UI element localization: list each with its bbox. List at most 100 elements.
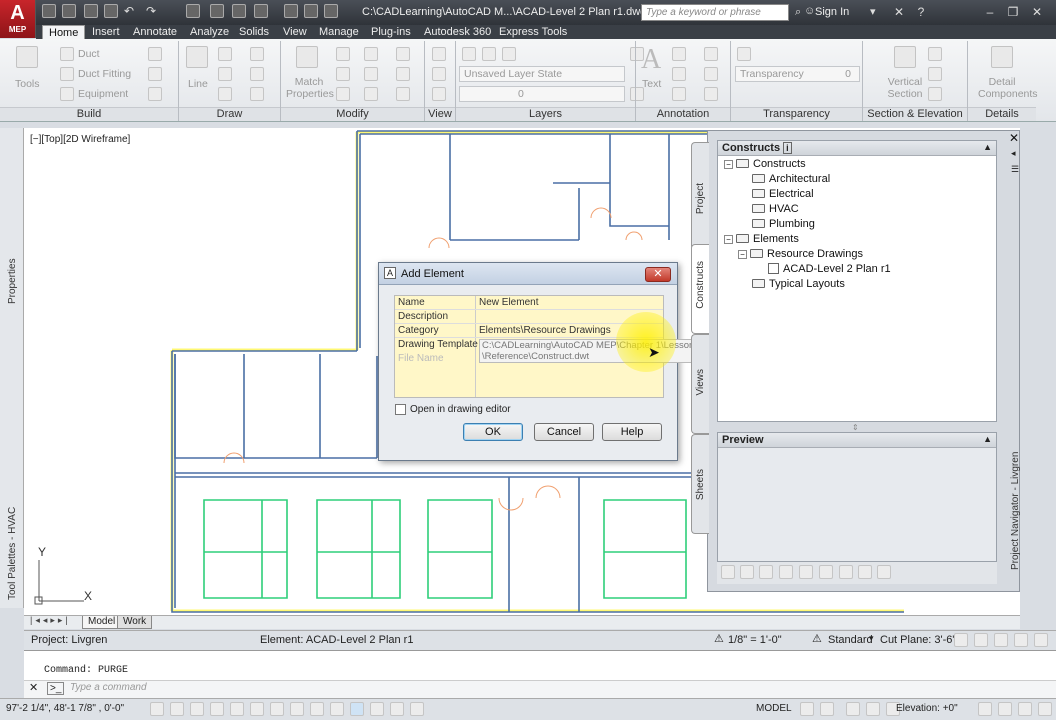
command-input[interactable]: Type a command xyxy=(70,682,1020,696)
status-tool-icon[interactable] xyxy=(994,633,1008,647)
tree-node-architectural[interactable]: Architectural xyxy=(752,173,830,185)
panel-title-section-elevation[interactable]: Section & Elevation xyxy=(863,107,967,121)
cancel-button[interactable]: Cancel xyxy=(534,423,594,441)
transparency-icon[interactable] xyxy=(737,47,751,61)
restore-icon[interactable]: ❐ xyxy=(1004,4,1022,20)
tab-annotate[interactable]: Annotate xyxy=(127,25,183,39)
match-properties-button[interactable]: Match Properties xyxy=(286,76,334,100)
add-folder-icon[interactable] xyxy=(759,565,773,579)
quick-access-tool-icon[interactable] xyxy=(186,4,200,18)
tree-node-electrical[interactable]: Electrical xyxy=(752,188,814,200)
status-tool-icon[interactable] xyxy=(846,702,860,716)
category-field[interactable]: Elements\Resource Drawings xyxy=(479,325,611,336)
tree-node-plumbing[interactable]: Plumbing xyxy=(752,218,815,230)
dynamic-input-icon[interactable] xyxy=(330,702,344,716)
ortho-icon[interactable] xyxy=(210,702,224,716)
move-icon[interactable] xyxy=(336,47,350,61)
status-tool-icon[interactable] xyxy=(954,633,968,647)
quick-access-tool-icon[interactable] xyxy=(284,4,298,18)
new-icon[interactable] xyxy=(42,4,56,18)
open-icon[interactable] xyxy=(62,4,76,18)
collapse-node-icon[interactable]: − xyxy=(724,160,733,169)
3d-osnap-icon[interactable] xyxy=(270,702,284,716)
detail-components-button[interactable]: Detail Components xyxy=(978,76,1038,100)
object-snap-icon[interactable] xyxy=(250,702,264,716)
palette-close-icon[interactable]: ✕ xyxy=(1009,132,1021,144)
panel-title-view[interactable]: View xyxy=(425,107,455,121)
undo-icon[interactable]: ↶ xyxy=(124,4,138,18)
tab-home[interactable]: Home xyxy=(42,25,86,39)
repath-icon[interactable] xyxy=(877,565,891,579)
property-row-name[interactable]: Name New Element xyxy=(395,296,663,310)
status-tool-icon[interactable] xyxy=(998,702,1012,716)
leader-icon[interactable] xyxy=(672,67,686,81)
layer-tool-icon[interactable] xyxy=(502,47,516,61)
polyline-icon[interactable] xyxy=(218,47,232,61)
transparency-toggle-icon[interactable] xyxy=(370,702,384,716)
project-navigator-title[interactable]: Project Navigator - Livgren xyxy=(1010,450,1021,570)
hatch-icon[interactable] xyxy=(250,87,264,101)
selection-cycling-icon[interactable] xyxy=(410,702,424,716)
tab-model[interactable]: Model xyxy=(82,616,122,629)
recent-commands-icon[interactable]: >_ xyxy=(47,682,65,695)
circle-icon[interactable] xyxy=(218,67,232,81)
vertical-section-button[interactable]: Vertical Section xyxy=(880,76,930,100)
panel-title-transparency[interactable]: Transparency xyxy=(731,107,862,121)
layout-nav-arrows-icon[interactable]: |◂◂▸▸| xyxy=(30,615,71,626)
chevron-down-icon[interactable]: ▾ xyxy=(869,633,874,644)
add-element-icon[interactable] xyxy=(721,565,735,579)
minimize-icon[interactable]: – xyxy=(981,4,999,20)
coordinates-readout[interactable]: 97'-2 1/4", 48'-1 7/8" , 0'-0" xyxy=(6,703,124,714)
panel-title-layers[interactable]: Layers xyxy=(456,107,635,121)
quick-access-tool-icon[interactable] xyxy=(304,4,318,18)
tools-button[interactable]: Tools xyxy=(15,78,40,90)
tab-manage[interactable]: Manage xyxy=(313,25,365,39)
tree-node-typical-layouts[interactable]: Typical Layouts xyxy=(752,278,845,290)
tab-views[interactable]: Views xyxy=(691,334,709,434)
panel-title-details[interactable]: Details xyxy=(968,107,1036,121)
status-tool-icon[interactable] xyxy=(1038,702,1052,716)
section-tool-icon[interactable] xyxy=(928,67,942,81)
tree-node-resource-drawings[interactable]: − Resource Drawings xyxy=(738,248,863,260)
annotation-tool-icon[interactable] xyxy=(704,47,718,61)
close-icon[interactable]: ✕ xyxy=(1028,4,1046,20)
tree-node-drawing[interactable]: ACAD-Level 2 Plan r1 xyxy=(768,263,891,275)
status-tool-icon[interactable] xyxy=(1014,633,1028,647)
transparency-slider[interactable]: Transparency 0 xyxy=(735,66,860,82)
section-tool-icon[interactable] xyxy=(928,47,942,61)
save-icon[interactable] xyxy=(84,4,98,18)
mirror-icon[interactable] xyxy=(364,67,378,81)
palette-properties-icon[interactable]: ☰ xyxy=(1011,164,1019,175)
build-tool-icon[interactable] xyxy=(148,67,162,81)
duct-button[interactable]: Duct xyxy=(78,48,100,60)
section-tool-icon[interactable] xyxy=(928,87,942,101)
exchange-icon[interactable]: ✕ xyxy=(890,4,908,20)
info-icon[interactable]: i xyxy=(783,142,792,154)
otrack-icon[interactable] xyxy=(290,702,304,716)
properties-icon[interactable] xyxy=(799,565,813,579)
status-tool-icon[interactable] xyxy=(1018,702,1032,716)
current-layer-select[interactable]: 0 xyxy=(459,86,625,102)
vertical-section-icon[interactable] xyxy=(894,46,916,68)
tab-project[interactable]: Project xyxy=(691,142,709,250)
tab-solids[interactable]: Solids xyxy=(233,25,275,39)
tree-node-constructs[interactable]: − Constructs xyxy=(724,158,806,170)
duct-fitting-button[interactable]: Duct Fitting xyxy=(78,68,131,80)
layer-tool-icon[interactable] xyxy=(482,47,496,61)
status-tool-icon[interactable] xyxy=(974,633,988,647)
xref-icon[interactable] xyxy=(819,565,833,579)
name-field[interactable]: New Element xyxy=(479,297,538,308)
tab-plug-ins[interactable]: Plug-ins xyxy=(365,25,417,39)
ok-button[interactable]: OK xyxy=(463,423,523,441)
property-row-file-name[interactable]: File Name xyxy=(395,352,663,366)
collapse-icon[interactable]: ▲ xyxy=(983,434,992,444)
lineweight-icon[interactable] xyxy=(350,702,364,716)
quick-access-tool-icon[interactable] xyxy=(232,4,246,18)
open-in-editor-checkbox[interactable] xyxy=(395,404,406,415)
annotation-tool-icon[interactable] xyxy=(704,87,718,101)
arc-icon[interactable] xyxy=(250,47,264,61)
property-row-description[interactable]: Description xyxy=(395,310,663,324)
collapse-icon[interactable]: ▲ xyxy=(983,142,992,152)
quick-properties-icon[interactable] xyxy=(390,702,404,716)
search-input[interactable]: Type a keyword or phrase xyxy=(641,4,789,21)
